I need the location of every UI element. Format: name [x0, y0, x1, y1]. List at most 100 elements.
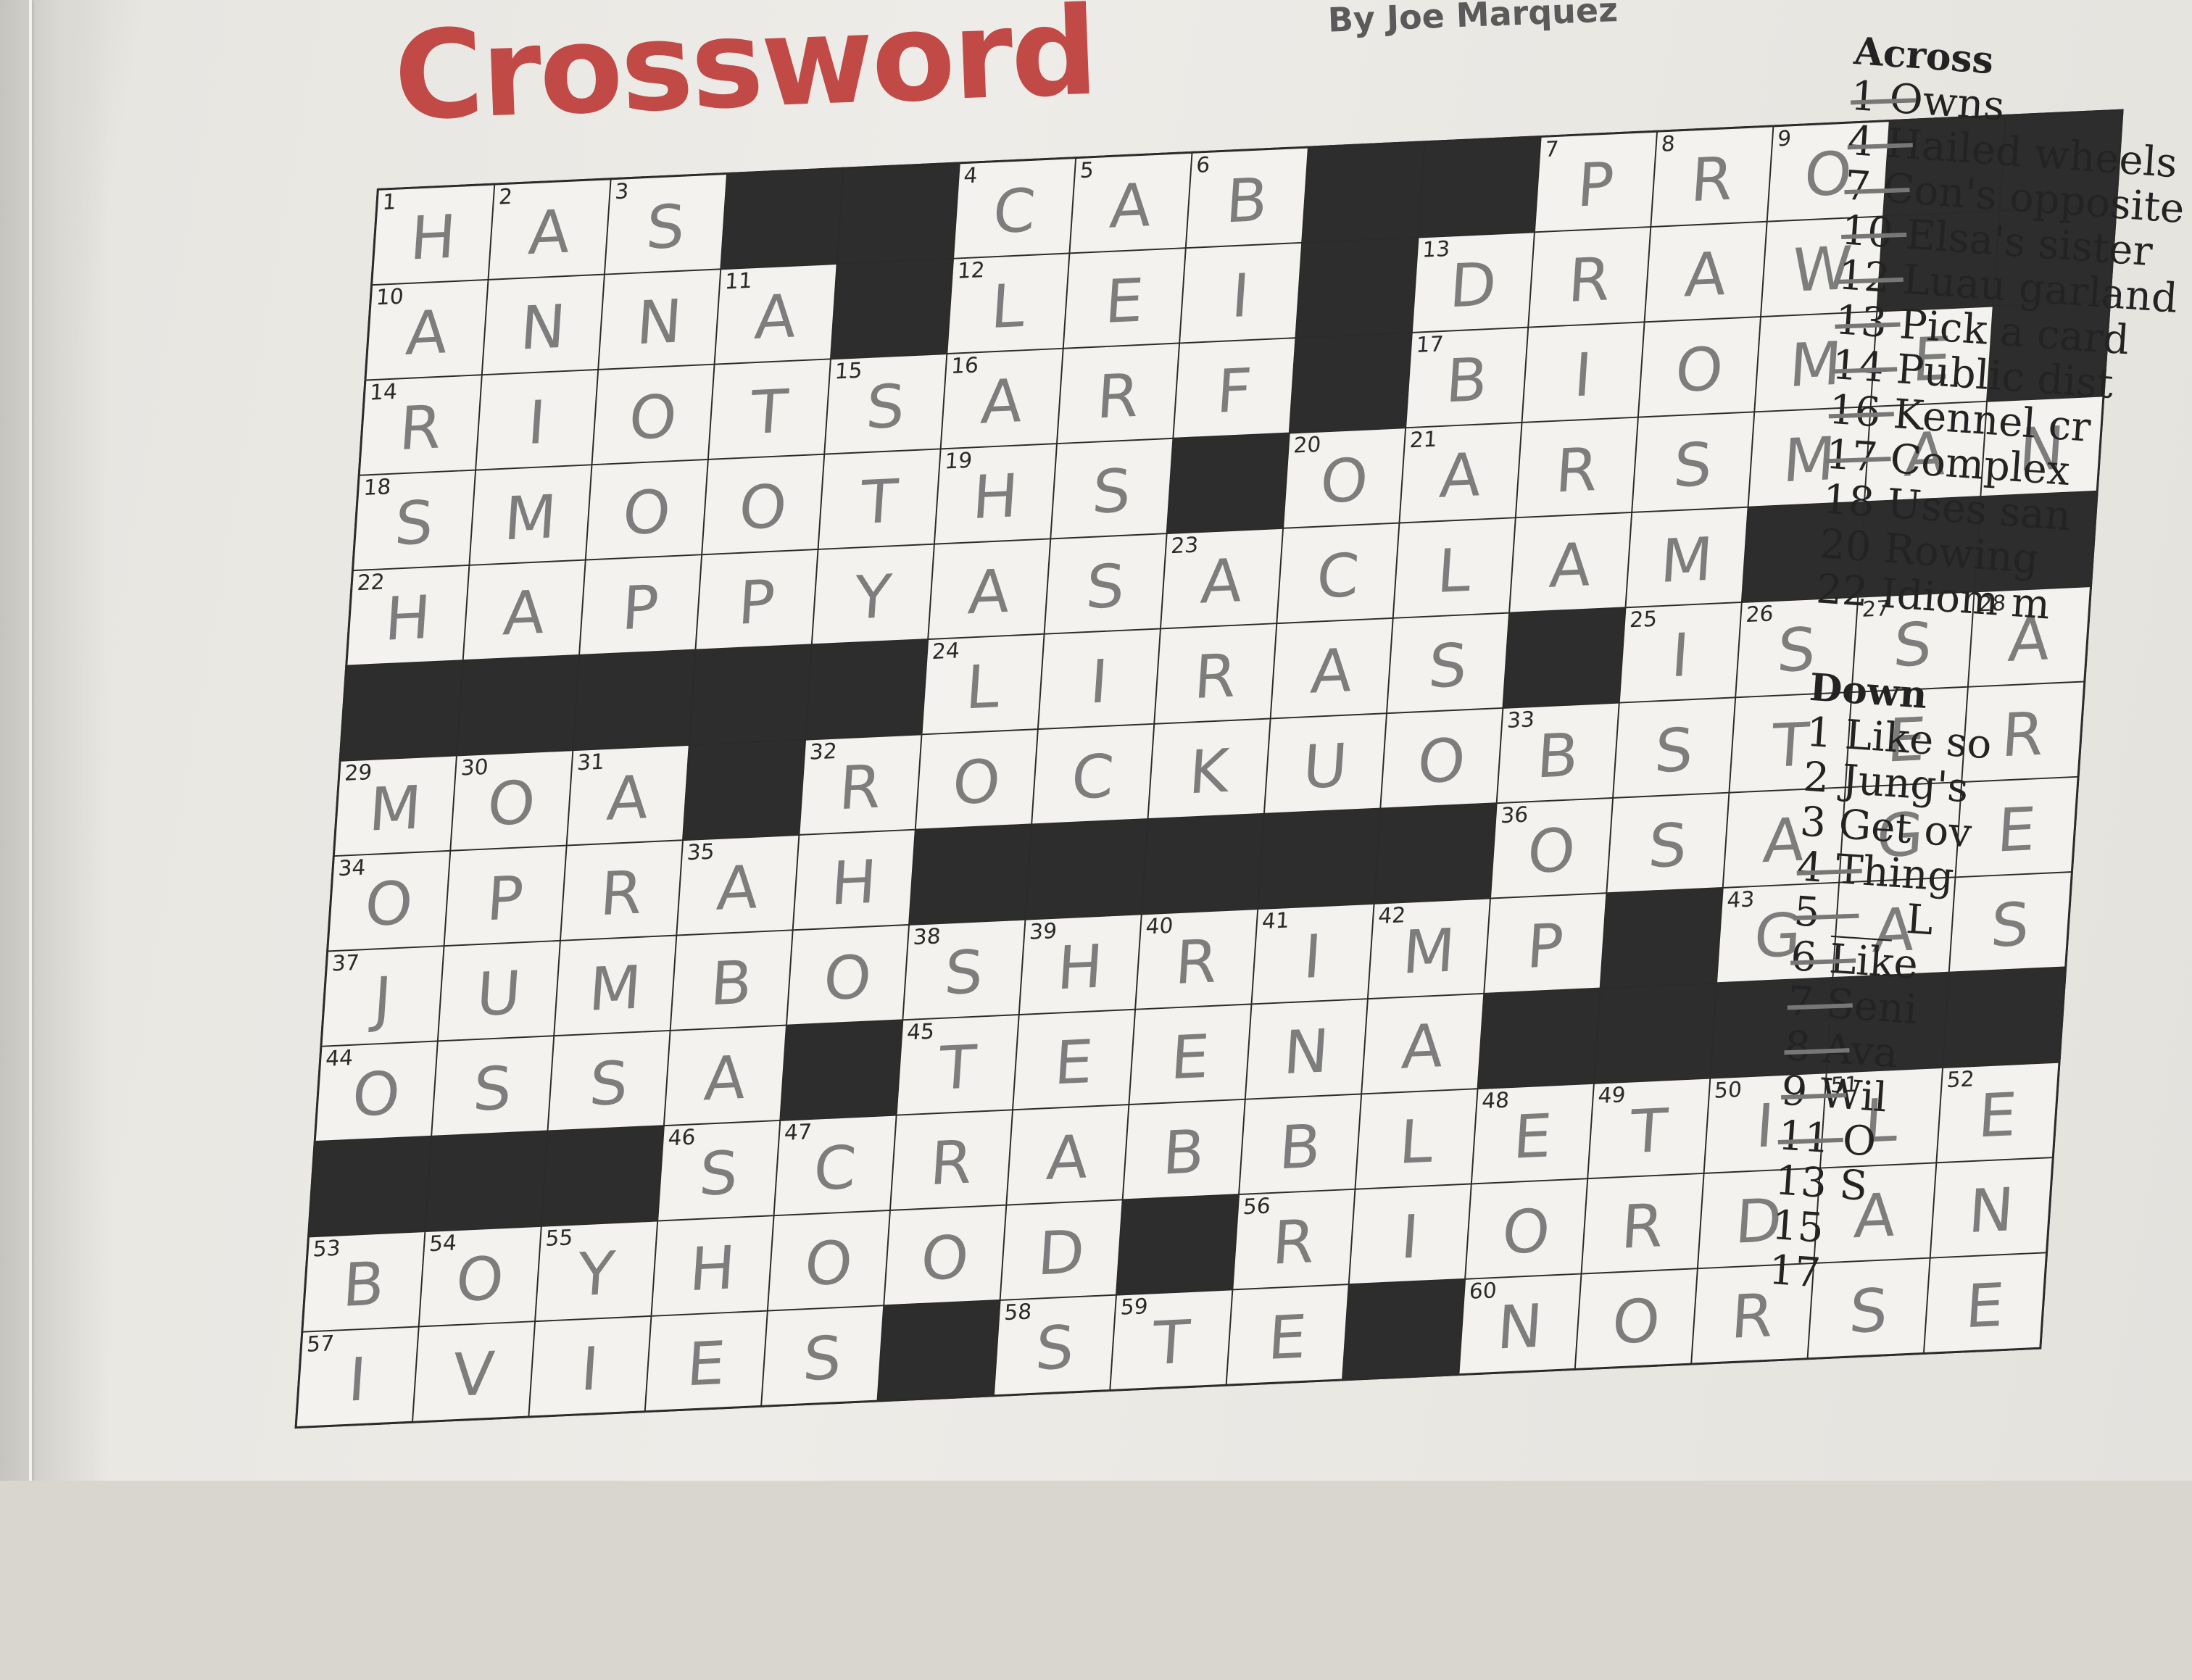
- grid-cell[interactable]: A: [464, 561, 585, 660]
- grid-cell[interactable]: S: [1387, 614, 1508, 713]
- grid-cell[interactable]: 17B: [1406, 328, 1527, 428]
- grid-cell[interactable]: E: [1064, 249, 1185, 348]
- grid-cell[interactable]: 31A: [568, 746, 689, 845]
- grid-cell[interactable]: E: [1013, 1010, 1134, 1110]
- grid-cell[interactable]: M: [555, 936, 676, 1036]
- grid-cell[interactable]: 39H: [1020, 915, 1141, 1014]
- grid-cell[interactable]: 18S: [354, 471, 475, 570]
- grid-cell[interactable]: R: [1582, 1174, 1703, 1273]
- grid-cell[interactable]: H: [652, 1216, 773, 1315]
- grid-cell[interactable]: O: [1381, 709, 1502, 808]
- grid-cell[interactable]: 21A: [1400, 423, 1521, 523]
- grid-cell[interactable]: U: [439, 941, 560, 1041]
- grid-cell[interactable]: 4C: [954, 159, 1075, 258]
- grid-cell[interactable]: 12L: [947, 254, 1068, 353]
- grid-cell[interactable]: S: [1607, 794, 1728, 893]
- grid-cell[interactable]: 11A: [715, 265, 836, 364]
- grid-cell[interactable]: R: [561, 841, 682, 940]
- grid-cell[interactable]: R: [1155, 624, 1276, 723]
- grid-cell[interactable]: B: [671, 931, 792, 1030]
- grid-cell[interactable]: A: [665, 1026, 786, 1126]
- grid-cell[interactable]: I: [529, 1317, 650, 1416]
- grid-cell[interactable]: 29M: [335, 757, 456, 856]
- grid-cell[interactable]: T: [709, 359, 830, 459]
- grid-cell[interactable]: O: [1639, 317, 1760, 417]
- grid-cell[interactable]: 20O: [1284, 428, 1405, 528]
- grid-cell[interactable]: S: [1632, 412, 1753, 512]
- grid-cell[interactable]: 55Y: [536, 1222, 657, 1321]
- grid-cell[interactable]: E: [646, 1312, 767, 1411]
- grid-cell[interactable]: 41I: [1253, 905, 1374, 1004]
- grid-cell[interactable]: 25I: [1620, 603, 1741, 702]
- grid-cell[interactable]: 42M: [1369, 899, 1490, 999]
- grid-cell[interactable]: U: [1265, 714, 1386, 813]
- grid-cell[interactable]: R: [1058, 344, 1179, 444]
- grid-cell[interactable]: P: [445, 847, 566, 946]
- grid-cell[interactable]: 22H: [347, 566, 468, 665]
- grid-cell[interactable]: H: [794, 831, 915, 930]
- grid-cell[interactable]: L: [1394, 518, 1515, 617]
- grid-cell[interactable]: 24L: [923, 635, 1044, 734]
- grid-cell[interactable]: R: [891, 1110, 1012, 1210]
- grid-cell[interactable]: 49T: [1588, 1079, 1709, 1178]
- grid-cell[interactable]: 1H: [373, 186, 494, 285]
- grid-cell[interactable]: S: [1045, 534, 1166, 633]
- grid-cell[interactable]: C: [1277, 524, 1398, 623]
- grid-cell[interactable]: P: [1485, 894, 1606, 993]
- grid-cell[interactable]: I: [1523, 323, 1644, 422]
- grid-cell[interactable]: M: [470, 465, 591, 565]
- grid-cell[interactable]: N: [483, 275, 604, 375]
- grid-cell[interactable]: I: [1350, 1185, 1471, 1284]
- grid-cell[interactable]: A: [1645, 223, 1767, 322]
- grid-cell[interactable]: A: [1510, 513, 1631, 612]
- grid-cell[interactable]: 15S: [825, 354, 946, 454]
- grid-cell[interactable]: 2A: [489, 180, 610, 279]
- grid-cell[interactable]: 3S: [605, 175, 726, 274]
- grid-cell[interactable]: 5A: [1070, 154, 1191, 253]
- grid-cell[interactable]: N: [1246, 999, 1367, 1099]
- grid-cell[interactable]: V: [413, 1322, 534, 1421]
- grid-cell[interactable]: S: [1051, 439, 1172, 538]
- grid-cell[interactable]: R: [1529, 228, 1650, 327]
- grid-cell[interactable]: 53B: [303, 1232, 424, 1331]
- grid-cell[interactable]: S: [432, 1036, 553, 1136]
- grid-cell[interactable]: 45T: [897, 1015, 1018, 1115]
- grid-cell[interactable]: 19H: [935, 444, 1056, 544]
- grid-cell[interactable]: M: [1627, 508, 1748, 607]
- grid-cell[interactable]: I: [1039, 629, 1160, 728]
- grid-cell[interactable]: 54O: [420, 1227, 541, 1326]
- grid-cell[interactable]: I: [476, 370, 597, 470]
- grid-cell[interactable]: 60N: [1459, 1275, 1580, 1374]
- grid-cell[interactable]: 7P: [1535, 133, 1656, 232]
- grid-cell[interactable]: 57I: [297, 1327, 418, 1426]
- grid-cell[interactable]: D: [1001, 1200, 1122, 1299]
- grid-cell[interactable]: 46S: [658, 1121, 779, 1221]
- grid-cell[interactable]: A: [1271, 619, 1392, 718]
- grid-cell[interactable]: B: [1124, 1100, 1245, 1199]
- grid-cell[interactable]: O: [916, 730, 1037, 829]
- grid-cell[interactable]: O: [884, 1206, 1005, 1305]
- grid-cell[interactable]: 37J: [323, 947, 444, 1046]
- grid-cell[interactable]: 33B: [1498, 704, 1619, 803]
- grid-cell[interactable]: L: [1356, 1089, 1477, 1189]
- grid-cell[interactable]: S: [762, 1306, 883, 1405]
- grid-cell[interactable]: 13D: [1413, 233, 1534, 332]
- grid-cell[interactable]: S: [1614, 698, 1735, 797]
- grid-cell[interactable]: 14R: [360, 375, 481, 475]
- grid-cell[interactable]: 16A: [942, 349, 1063, 449]
- grid-cell[interactable]: O: [702, 455, 823, 554]
- grid-cell[interactable]: 40R: [1136, 910, 1257, 1009]
- grid-cell[interactable]: O: [768, 1211, 889, 1310]
- grid-cell[interactable]: P: [696, 550, 817, 649]
- grid-cell[interactable]: 8R: [1651, 127, 1772, 226]
- grid-cell[interactable]: O: [593, 365, 714, 465]
- grid-cell[interactable]: 23A: [1161, 529, 1282, 628]
- grid-cell[interactable]: T: [819, 449, 940, 549]
- grid-cell[interactable]: 47C: [775, 1116, 896, 1215]
- grid-cell[interactable]: 48E: [1472, 1084, 1593, 1184]
- grid-cell[interactable]: 59T: [1110, 1290, 1232, 1389]
- grid-cell[interactable]: A: [929, 539, 1050, 639]
- grid-cell[interactable]: 44O: [316, 1041, 437, 1141]
- grid-cell[interactable]: 34O: [328, 852, 449, 951]
- grid-cell[interactable]: B: [1240, 1094, 1361, 1194]
